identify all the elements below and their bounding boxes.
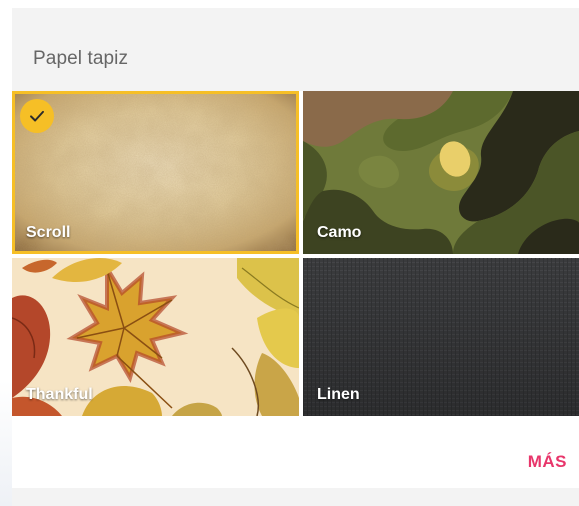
wallpaper-label: Camo [317,224,362,241]
wallpaper-tile-camo[interactable]: Camo [303,91,579,254]
dialog-title: Papel tapiz [33,48,129,69]
wallpaper-label: Thankful [26,386,93,403]
wallpaper-tile-thankful[interactable]: Thankful [12,258,299,416]
dialog-header: Papel tapiz [12,8,579,88]
wallpaper-tile-linen[interactable]: Linen [303,258,579,416]
dialog-footer: MÁS [12,416,579,488]
wallpaper-tile-scroll[interactable]: Scroll [12,91,299,254]
background-edge [0,380,12,506]
more-button[interactable]: MÁS [528,446,567,478]
wallpaper-grid: Scroll Camo Thankful Linen [12,91,579,416]
selected-badge [20,99,54,133]
wallpaper-dialog: Papel tapiz Scroll Camo Thankful Linen M… [12,8,579,488]
bottom-strip [12,488,579,506]
wallpaper-label: Scroll [26,224,71,241]
checkmark-icon [30,110,44,122]
wallpaper-label: Linen [317,386,360,403]
page: Papel tapiz Scroll Camo Thankful Linen M… [0,0,579,506]
